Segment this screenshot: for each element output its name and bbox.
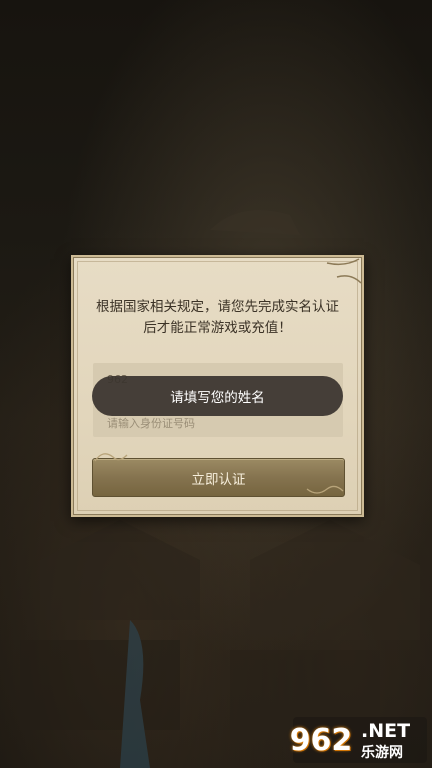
id-number-field[interactable]: 请输入身份证号码 (107, 415, 195, 431)
watermark-site-name: 乐游网 (361, 745, 403, 761)
real-name-verification-dialog: 根据国家相关规定，请您先完成实名认证 后才能正常游戏或充值！ 962 请输入身份… (71, 255, 364, 517)
notice-line-2: 后才能正常游戏或充值！ (143, 320, 292, 336)
toast-message: 请填写您的姓名 (92, 376, 343, 416)
verification-notice: 根据国家相关规定，请您先完成实名认证 后才能正常游戏或充值！ (89, 297, 346, 339)
notice-line-1: 根据国家相关规定，请您先完成实名认证 (96, 299, 339, 315)
cloud-swirl-left-icon (94, 453, 128, 462)
dialog-corner-decoration-icon (326, 258, 362, 284)
cloud-swirl-right-icon (306, 485, 344, 494)
site-watermark: 962 .NET 乐游网 (289, 717, 427, 763)
watermark-net-text: .NET (361, 720, 411, 742)
watermark-logo: 962 (289, 722, 353, 758)
